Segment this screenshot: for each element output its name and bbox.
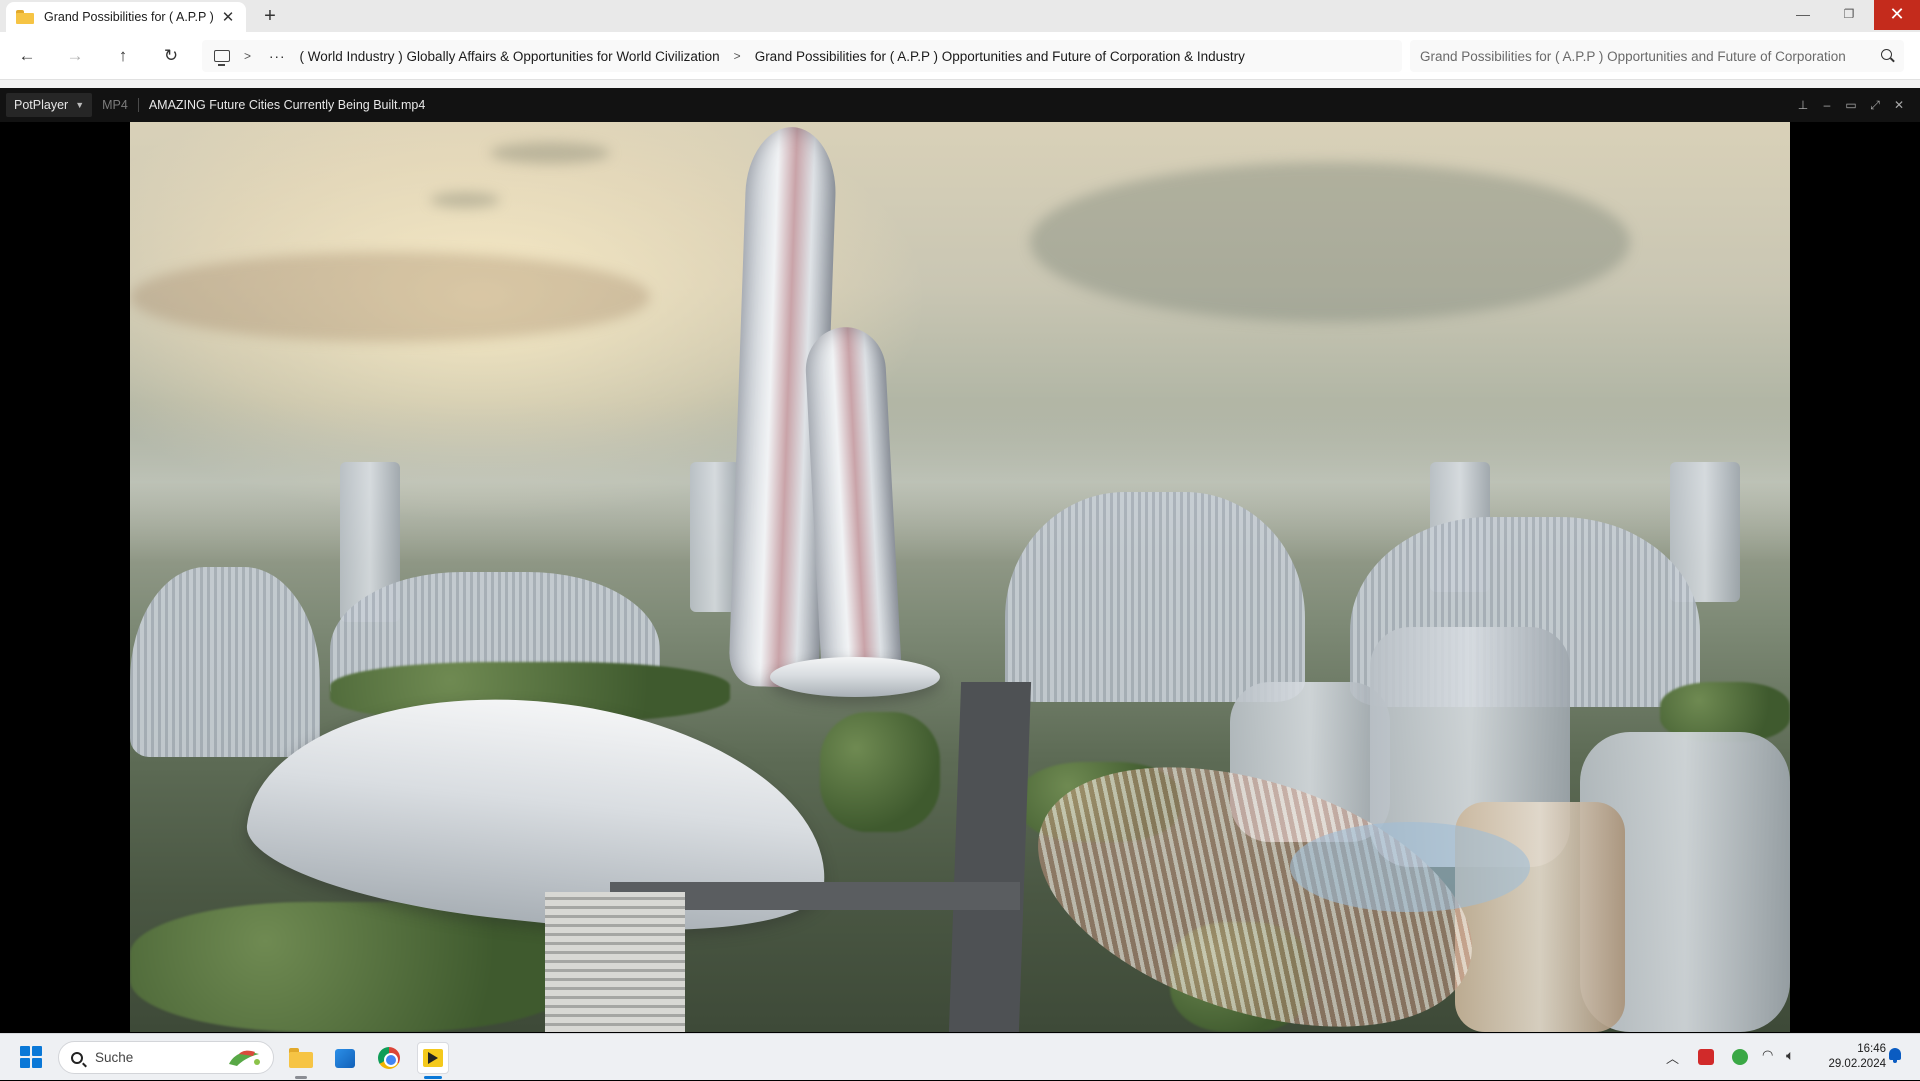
notification-bell-icon[interactable] [1888,1048,1902,1064]
explorer-tab[interactable]: Grand Possibilities for ( A.P.P ) ✕ [6,2,246,32]
pin-icon[interactable]: ⊥ [1793,95,1813,115]
road [948,682,1032,1032]
tray-security-icon[interactable] [1732,1049,1748,1065]
residential-block [1005,492,1305,702]
potplayer-menu-button[interactable]: PotPlayer ▼ [6,93,93,117]
taskbar: Suche ︿ ◠ 🔈︎ 16:46 29.02.2024 [0,1033,1920,1080]
up-button[interactable]: ↑ [111,44,135,68]
forward-button[interactable]: → [63,44,87,68]
breadcrumb-more[interactable]: ··· [269,49,286,64]
video-filename: AMAZING Future Cities Currently Being Bu… [148,98,426,112]
file-explorer-taskbar-icon[interactable] [285,1042,317,1074]
back-button[interactable]: ← [15,44,39,68]
cloud [490,142,610,164]
player-titlebar: PotPlayer ▼ MP4 AMAZING Future Cities Cu… [0,88,1920,122]
close-window-button[interactable]: ✕ [1874,0,1920,30]
potplayer-menu-label: PotPlayer [14,98,69,112]
chevron-right-icon[interactable]: > [734,49,741,63]
active-indicator [424,1076,442,1079]
taskbar-search[interactable]: Suche [58,1041,274,1074]
search-text: Grand Possibilities for ( A.P.P ) Opport… [1420,48,1846,64]
residential-block [130,567,320,757]
store-taskbar-icon[interactable] [329,1042,361,1074]
player-fullscreen-button[interactable]: ⤢ [1865,95,1885,115]
video-frame[interactable] [130,122,1790,1032]
player-close-button[interactable]: ✕ [1889,95,1909,115]
clock[interactable]: 16:46 29.02.2024 [1808,1042,1886,1072]
tray-app-red-icon[interactable] [1698,1049,1714,1065]
chevron-right-icon[interactable]: > [244,49,251,63]
new-tab-button[interactable]: + [258,4,282,28]
search-input[interactable]: Grand Possibilities for ( A.P.P ) Opport… [1410,40,1904,72]
file-format-label: MP4 [102,98,128,112]
refresh-button[interactable]: ↻ [159,44,183,68]
player-minimize-button[interactable]: – [1817,95,1837,115]
minimize-button[interactable]: — [1780,0,1826,30]
folder-icon [16,10,34,24]
water-roof [1290,822,1530,912]
address-bar: ← → ↑ ↻ > ··· ( World Industry ) Globall… [0,32,1920,80]
wifi-icon[interactable]: ◠ [1762,1047,1778,1063]
search-icon[interactable] [1881,49,1892,60]
search-highlight-icon [229,1050,260,1066]
search-icon [71,1051,83,1064]
player-maximize-button[interactable]: ▭ [1841,95,1861,115]
trees [820,712,940,832]
clock-time: 16:46 [1857,1043,1886,1055]
chrome-taskbar-icon[interactable] [373,1042,405,1074]
potplayer-taskbar-icon[interactable] [417,1042,449,1074]
tower-base [770,657,940,697]
clock-date: 29.02.2024 [1828,1058,1886,1070]
explorer-titlebar: Grand Possibilities for ( A.P.P ) ✕ + — … [0,0,1920,32]
tray-overflow-chevron-icon[interactable]: ︿ [1666,1034,1679,1081]
potplayer-window: PotPlayer ▼ MP4 AMAZING Future Cities Cu… [0,88,1920,1033]
chevron-down-icon: ▼ [75,100,85,110]
breadcrumb[interactable]: > ··· ( World Industry ) Globally Affair… [202,40,1402,72]
running-indicator [295,1076,307,1079]
tab-title: Grand Possibilities for ( A.P.P ) [44,10,214,24]
restore-button[interactable]: ❐ [1826,0,1872,30]
apartment-block [545,892,685,1032]
breadcrumb-item-grand-possibilities[interactable]: Grand Possibilities for ( A.P.P ) Opport… [755,49,1245,64]
cloud [130,252,650,342]
start-button[interactable] [20,1046,42,1068]
trees [130,902,580,1032]
cloud [1030,162,1630,322]
tab-close-icon[interactable]: ✕ [220,8,236,26]
volume-icon[interactable]: 🔈︎ [1786,1047,1802,1063]
monitor-icon[interactable] [214,50,230,66]
file-explorer-window: Grand Possibilities for ( A.P.P ) ✕ + — … [0,0,1920,88]
breadcrumb-item-world-industry[interactable]: ( World Industry ) Globally Affairs & Op… [300,49,720,64]
divider [137,98,139,112]
windows-logo-icon [20,1046,30,1056]
cloud [430,192,500,208]
taskbar-search-placeholder: Suche [95,1050,134,1065]
